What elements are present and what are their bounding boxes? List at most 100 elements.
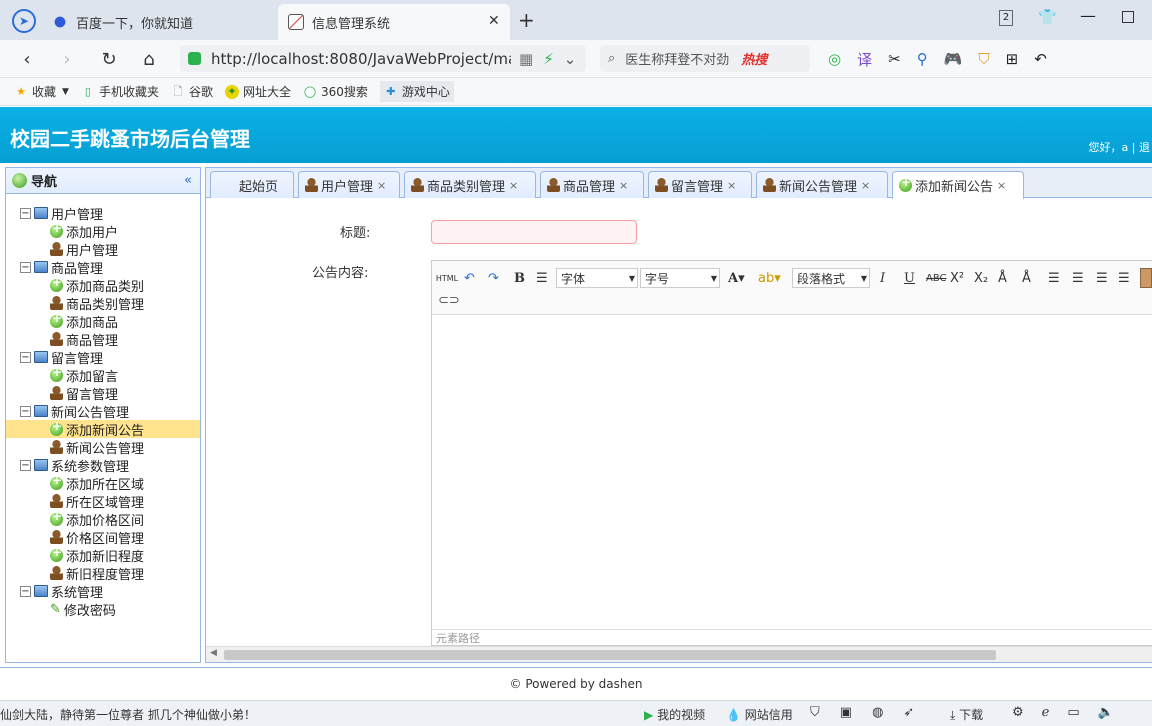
collapse-node-icon[interactable]: − xyxy=(20,261,31,273)
close-icon[interactable]: × xyxy=(509,179,518,192)
search-box[interactable]: ⌕ 医生称拜登不对劲 热搜 xyxy=(600,45,810,72)
tab-message-mgmt[interactable]: 留言管理 × xyxy=(648,171,752,198)
tab-goods-mgmt[interactable]: 商品管理 × xyxy=(540,171,644,198)
rich-text-editor[interactable]: HTML ↶ ↷ B ☰ 字体 ▼ 字号 ▼ A▾ ab▾ 段落格式 ▼ I U AB… xyxy=(431,260,1152,646)
scissors-icon[interactable]: ✂ xyxy=(888,50,901,68)
user-greeting[interactable]: 您好，a | 退 xyxy=(1089,139,1150,155)
align-left-icon[interactable]: ☰ xyxy=(1048,268,1060,288)
tree-folder[interactable]: − 系统参数管理 xyxy=(6,456,200,475)
tree-folder[interactable]: − 留言管理 xyxy=(6,348,200,367)
tab-add-news[interactable]: 添加新闻公告× xyxy=(892,171,1024,199)
close-tab-icon[interactable]: ✕ xyxy=(488,13,500,29)
hot-search-badge[interactable]: 热搜 xyxy=(741,49,767,68)
strikethrough-icon[interactable]: ABC xyxy=(926,268,947,288)
redo-icon[interactable]: ↷ xyxy=(488,268,499,288)
new-tab-icon[interactable]: + xyxy=(518,8,535,32)
volume-icon[interactable]: 🔈 xyxy=(1098,705,1114,720)
gamepad-icon[interactable]: 🎮 xyxy=(944,50,963,68)
tree-item[interactable]: 商品管理 xyxy=(6,330,200,349)
tree-item[interactable]: 所在区域管理 xyxy=(6,492,200,511)
status-item-videos[interactable]: ▶ 我的视频 xyxy=(644,706,705,723)
close-icon[interactable]: × xyxy=(861,179,870,192)
subscript-icon[interactable]: X₂ xyxy=(974,268,988,288)
tree-item[interactable]: 添加新闻公告 xyxy=(6,419,200,439)
html-source-button[interactable]: HTML xyxy=(436,268,458,288)
bookmark-mobile[interactable]: ▯ 手机收藏夹 xyxy=(81,83,159,100)
link-icon[interactable]: ⊂⊃ xyxy=(438,290,460,310)
speed-icon[interactable]: ◍ xyxy=(872,705,883,720)
wechat-icon[interactable]: ◎ xyxy=(828,50,841,68)
tab-count-badge[interactable]: 2 xyxy=(999,10,1013,26)
magnifier-icon[interactable]: ⚲ xyxy=(917,50,928,68)
tree-folder[interactable]: − 新闻公告管理 xyxy=(6,402,200,421)
bold-icon[interactable]: B xyxy=(514,268,525,288)
status-item-download[interactable]: ⤓ 下载 xyxy=(950,706,983,723)
shield-coin-icon[interactable]: ⛉ xyxy=(978,50,989,68)
tree-item[interactable]: 用户管理 xyxy=(6,240,200,259)
tree-item[interactable]: 留言管理 xyxy=(6,384,200,403)
horizontal-scrollbar[interactable]: ◀ xyxy=(206,646,1152,662)
minimize-icon[interactable]: — xyxy=(1080,6,1096,25)
tree-folder[interactable]: − 系统管理 xyxy=(6,582,200,601)
bookmark-games[interactable]: ✚ 游戏中心 xyxy=(379,81,454,102)
font-family-select[interactable]: 字体 ▼ xyxy=(556,268,638,288)
tree-item[interactable]: 商品类别管理 xyxy=(6,294,200,313)
highlight-icon[interactable]: ab▾ xyxy=(758,268,781,288)
font-shadow-icon[interactable]: Å xyxy=(1022,268,1031,288)
forward-icon[interactable]: › xyxy=(56,48,78,70)
image-icon[interactable] xyxy=(1140,268,1152,288)
tree-folder[interactable]: − 用户管理 xyxy=(6,204,200,223)
close-icon[interactable]: × xyxy=(997,179,1006,192)
window-icon[interactable]: ▭ xyxy=(1067,705,1079,720)
back-icon[interactable]: ‹ xyxy=(16,48,38,70)
shield-icon[interactable]: ⛉ xyxy=(810,705,820,720)
font-border-icon[interactable]: Å xyxy=(998,268,1007,288)
bookmark-google[interactable]: 🗋 谷歌 xyxy=(171,83,213,100)
collapse-node-icon[interactable]: − xyxy=(20,585,31,597)
tab-start[interactable]: 起始页 xyxy=(210,171,294,198)
title-input[interactable] xyxy=(431,220,637,244)
tree-item[interactable]: 添加所在区域 xyxy=(6,473,200,493)
tree-item[interactable]: 添加留言 xyxy=(6,365,200,385)
underline-icon[interactable]: U xyxy=(904,268,915,288)
align-right-icon[interactable]: ☰ xyxy=(1096,268,1108,288)
undo-icon[interactable]: ↶ xyxy=(1034,50,1047,68)
justify-icon[interactable]: ☰ xyxy=(1118,268,1130,288)
image-icon[interactable]: ▣ xyxy=(840,705,852,720)
settings-icon[interactable]: ⚙ xyxy=(1012,705,1024,720)
tree-item[interactable]: 添加商品类别 xyxy=(6,275,200,295)
scrollbar-thumb[interactable] xyxy=(224,650,996,660)
address-bar[interactable]: http://localhost:8080/JavaWebProject/ma … xyxy=(180,45,586,72)
chevron-down-icon[interactable]: ⌄ xyxy=(564,50,577,68)
undo-icon[interactable]: ↶ xyxy=(464,268,475,288)
tree-item[interactable]: 价格区间管理 xyxy=(6,528,200,547)
tree-item[interactable]: 添加价格区间 xyxy=(6,509,200,529)
paragraph-format-select[interactable]: 段落格式 ▼ xyxy=(792,268,870,288)
tree-item[interactable]: ✎ 修改密码 xyxy=(6,600,200,619)
rocket-icon[interactable]: ➶ xyxy=(903,705,914,720)
shirt-icon[interactable]: 👕 xyxy=(1038,8,1057,26)
tree-item[interactable]: 添加新旧程度 xyxy=(6,545,200,565)
collapse-icon[interactable]: « xyxy=(184,173,192,188)
maximize-icon[interactable] xyxy=(1122,11,1134,23)
status-item-credit[interactable]: 💧 网站信用 xyxy=(726,706,793,723)
font-size-select[interactable]: 字号 ▼ xyxy=(640,268,720,288)
home-icon[interactable]: ⌂ xyxy=(138,48,160,70)
grid-icon[interactable]: ⊞ xyxy=(1006,50,1019,68)
ie-icon[interactable]: ℯ xyxy=(1042,705,1050,720)
tree-item[interactable]: 添加商品 xyxy=(6,311,200,331)
superscript-icon[interactable]: X² xyxy=(950,268,964,288)
bookmark-sites[interactable]: ✦ 网址大全 xyxy=(224,83,291,100)
bookmark-360[interactable]: ◯ 360搜索 xyxy=(303,83,368,100)
tab-user-mgmt[interactable]: 用户管理 × xyxy=(298,171,400,198)
tree-folder[interactable]: − 商品管理 xyxy=(6,258,200,277)
align-center-icon[interactable]: ☰ xyxy=(1072,268,1084,288)
font-color-icon[interactable]: A▾ xyxy=(728,268,745,288)
browser-tab-active[interactable]: 信息管理系统 ✕ xyxy=(278,4,510,40)
collapse-node-icon[interactable]: − xyxy=(20,207,31,219)
close-icon[interactable]: × xyxy=(377,179,386,192)
close-icon[interactable]: × xyxy=(727,179,736,192)
scroll-left-icon[interactable]: ◀ xyxy=(210,648,217,658)
clear-format-icon[interactable]: ☰ xyxy=(536,268,548,288)
tree-item[interactable]: 添加用户 xyxy=(6,221,200,241)
